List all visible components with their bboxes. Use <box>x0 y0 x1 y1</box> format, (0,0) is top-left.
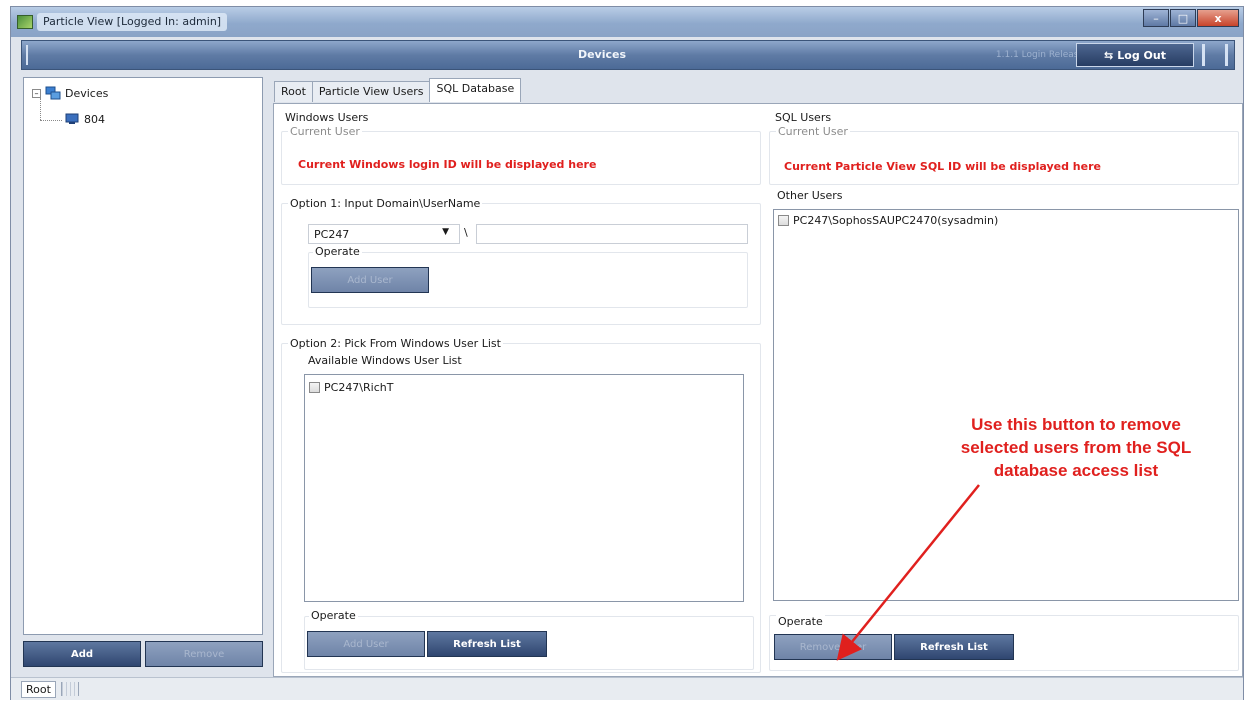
other-users-title: Other Users <box>775 189 845 202</box>
remove-device-button[interactable]: Remove <box>145 641 263 667</box>
device-tree-panel[interactable]: – Devices 804 <box>23 77 263 635</box>
device-icon <box>65 113 79 124</box>
windows-users-group: Windows Users Current User Current Windo… <box>280 111 762 673</box>
tab-particle-view-users[interactable]: Particle View Users <box>311 81 431 102</box>
windows-users-title: Windows Users <box>283 111 371 124</box>
tree-connector <box>40 120 62 121</box>
tree-node-devices[interactable]: – Devices <box>32 86 108 100</box>
status-bar: Root <box>11 677 1243 700</box>
windows-current-user-group: Current User Current Windows login ID wi… <box>281 125 761 185</box>
option1-group: Option 1: Input Domain\UserName PC247 ▼ … <box>281 197 761 325</box>
tree-node-804[interactable]: 804 <box>64 112 105 126</box>
window-controls: – □ x <box>1143 9 1239 27</box>
domain-separator: \ <box>464 226 468 239</box>
window-title: Particle View [Logged In: admin] <box>37 13 228 31</box>
user-label: PC247\SophosSAUPC2470(sysadmin) <box>793 214 999 227</box>
available-users-title: Available Windows User List <box>306 354 464 367</box>
annotation-line: selected users from the SQL <box>960 438 1192 457</box>
user-checkbox[interactable] <box>778 215 789 226</box>
tree-node-label: 804 <box>84 112 105 126</box>
add-device-button[interactable]: Add <box>23 641 141 667</box>
domain-value: PC247 <box>314 228 350 241</box>
option1-title: Option 1: Input Domain\UserName <box>288 197 483 210</box>
add-user-button[interactable]: Add User <box>311 267 429 293</box>
logout-label: Log Out <box>1117 48 1166 62</box>
chevron-down-icon: ▼ <box>442 227 449 237</box>
title-bar[interactable]: Particle View [Logged In: admin] – □ x <box>11 7 1243 37</box>
windows-current-user-title: Current User <box>288 125 362 138</box>
sql-operate-title: Operate <box>776 615 825 628</box>
option1-operate-title: Operate <box>313 245 362 258</box>
close-button[interactable]: x <box>1197 9 1239 27</box>
sql-users-title: SQL Users <box>773 111 834 124</box>
resize-grip-icon[interactable] <box>61 682 79 696</box>
header-bar: Devices 1.1.1 Login Release ⇆ Log Out <box>21 40 1235 70</box>
list-item[interactable]: PC247\SophosSAUPC2470(sysadmin) <box>778 214 998 227</box>
annotation-callout: Use this button to remove selected users… <box>916 413 1236 482</box>
app-window: Particle View [Logged In: admin] – □ x D… <box>10 6 1244 700</box>
app-logo-icon <box>17 15 33 29</box>
windows-current-user-note: Current Windows login ID will be display… <box>298 158 597 171</box>
tab-strip: Root Particle View Users SQL Database <box>274 78 522 102</box>
add-user-button-2[interactable]: Add User <box>307 631 425 657</box>
sql-current-user-note: Current Particle View SQL ID will be dis… <box>784 160 1101 173</box>
user-checkbox[interactable] <box>309 382 320 393</box>
maximize-button[interactable]: □ <box>1170 9 1196 27</box>
option2-operate-title: Operate <box>309 609 358 622</box>
minimize-button[interactable]: – <box>1143 9 1169 27</box>
list-item[interactable]: PC247\RichT <box>309 381 393 394</box>
windows-user-list[interactable]: PC247\RichT <box>304 374 744 602</box>
header-grip-left <box>26 45 32 65</box>
username-input[interactable] <box>476 224 748 244</box>
option2-group: Option 2: Pick From Windows User List Av… <box>281 337 761 673</box>
header-faded-text: 1.1.1 Login Release <box>995 50 1084 60</box>
tab-root[interactable]: Root <box>274 81 313 102</box>
status-text: Root <box>21 681 56 698</box>
user-label: PC247\RichT <box>324 381 394 394</box>
domain-dropdown[interactable]: PC247 ▼ <box>308 224 460 244</box>
network-devices-icon <box>45 86 61 100</box>
refresh-windows-list-button[interactable]: Refresh List <box>427 631 547 657</box>
header-title: Devices <box>577 48 627 61</box>
tree-expander[interactable]: – <box>32 88 41 98</box>
sql-current-user-group: Current User Current Particle View SQL I… <box>769 125 1239 185</box>
tree-node-label: Devices <box>65 86 109 100</box>
annotation-arrow-icon <box>836 484 980 661</box>
option1-operate-group: Operate Add User <box>308 245 748 308</box>
option2-title: Option 2: Pick From Windows User List <box>288 337 503 350</box>
sql-database-tab-page: Windows Users Current User Current Windo… <box>273 103 1243 677</box>
tab-sql-database[interactable]: SQL Database <box>429 78 522 102</box>
logout-button[interactable]: ⇆ Log Out <box>1076 43 1194 67</box>
tree-connector <box>40 98 41 120</box>
option2-operate-group: Operate Add User Refresh List <box>304 609 754 670</box>
sql-current-user-title: Current User <box>776 125 850 138</box>
logout-icon: ⇆ <box>1104 48 1114 62</box>
annotation-line: Use this button to remove <box>971 415 1181 434</box>
header-grip-right <box>1202 44 1228 66</box>
